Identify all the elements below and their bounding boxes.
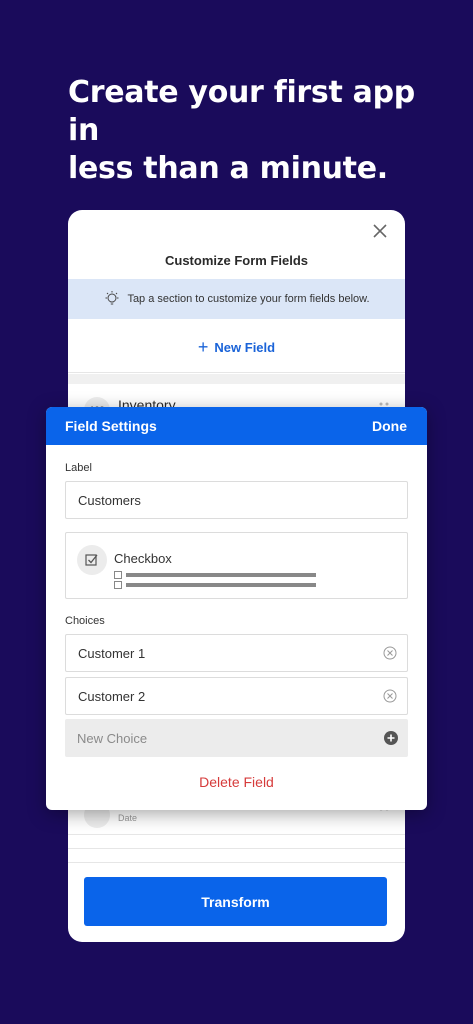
field-type-label: Checkbox [114, 551, 172, 566]
new-choice-input[interactable]: New Choice [65, 719, 408, 757]
done-button[interactable]: Done [372, 418, 407, 434]
new-field-button[interactable]: + New Field [68, 323, 405, 373]
new-choice-placeholder: New Choice [77, 730, 148, 746]
choices-heading: Choices [65, 615, 105, 627]
delete-field-button[interactable]: Delete Field [46, 774, 427, 790]
field-type: Date [118, 813, 138, 823]
row-divider [68, 848, 405, 849]
remove-choice-icon[interactable] [383, 689, 397, 703]
tip-text: Tap a section to customize your form fie… [127, 293, 370, 305]
field-settings-modal: Field Settings Done Label Customers Chec… [46, 407, 427, 810]
checkbox-icon [85, 554, 98, 566]
section-gap [68, 374, 405, 384]
add-choice-icon[interactable] [384, 731, 398, 745]
label-heading: Label [65, 462, 92, 474]
label-input[interactable]: Customers [65, 481, 408, 519]
new-field-label: New Field [214, 340, 276, 355]
plus-icon: + [197, 337, 209, 357]
close-icon[interactable] [371, 222, 389, 240]
modal-title: Field Settings [65, 418, 157, 434]
checkbox-preview [114, 570, 316, 590]
transform-button[interactable]: Transform [84, 877, 387, 926]
remove-choice-icon[interactable] [383, 646, 397, 660]
checkbox-type-icon [77, 545, 107, 575]
lightbulb-icon [105, 291, 119, 305]
choice-text: Customer 2 [78, 688, 146, 704]
tip-banner: Tap a section to customize your form fie… [68, 279, 405, 319]
choice-input-2[interactable]: Customer 2 [65, 677, 408, 715]
choice-text: Customer 1 [78, 645, 146, 661]
card-title: Customize Form Fields [164, 253, 309, 268]
modal-header: Field Settings Done [46, 407, 427, 445]
headline: Create your first app in less than a min… [68, 74, 428, 188]
field-type-selector[interactable]: Checkbox [65, 532, 408, 599]
headline-line-1: Create your first app in [68, 75, 415, 148]
choice-input-1[interactable]: Customer 1 [65, 634, 408, 672]
headline-line-2: less than a minute. [68, 151, 388, 186]
footer-divider [68, 862, 405, 863]
row-divider [68, 834, 405, 835]
